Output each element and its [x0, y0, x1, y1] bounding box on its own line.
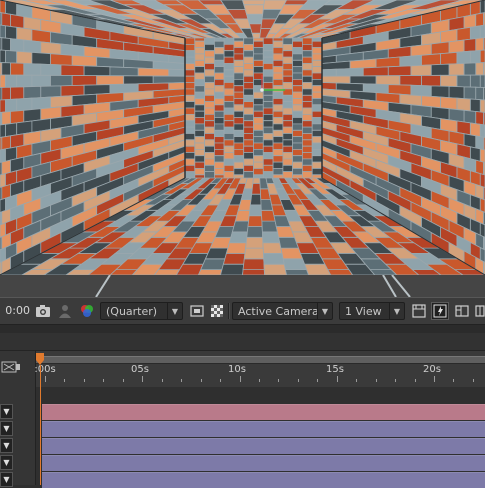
ruler-tick: [161, 379, 163, 382]
ruler-tick: [181, 379, 183, 382]
resolution-value: (Quarter): [106, 305, 158, 318]
transparency-grid-icon[interactable]: [208, 302, 226, 320]
timeline-layer-row[interactable]: ▼: [0, 421, 485, 437]
timeline-panel-icon[interactable]: [453, 302, 471, 320]
composition-viewer[interactable]: [0, 0, 485, 297]
rgb-channel-icon[interactable]: [78, 302, 96, 320]
ruler-label: 20s: [423, 364, 441, 375]
fast-previews-icon[interactable]: [431, 302, 449, 320]
viewer-bottom-strip: [0, 274, 485, 297]
panel-divider[interactable]: [0, 325, 485, 333]
toggle-pixel-aspect-icon[interactable]: [410, 302, 428, 320]
layer-duration-bar[interactable]: [42, 472, 485, 488]
ruler-tick: [395, 379, 397, 382]
ruler-tick: [297, 379, 299, 382]
ruler-label: 05s: [131, 364, 149, 375]
camera-icon[interactable]: [34, 302, 52, 320]
current-time-line[interactable]: [40, 365, 41, 485]
layer-duration-bar[interactable]: [42, 455, 485, 471]
ruler-tick: [278, 379, 280, 382]
ruler-tick: [336, 376, 338, 382]
timeline-layer-row[interactable]: ▼: [0, 404, 485, 420]
ruler-label: 15s: [326, 364, 344, 375]
layer-duration-bar[interactable]: [42, 438, 485, 454]
timeline-header: [0, 333, 485, 351]
ruler-tick: [414, 379, 416, 382]
ruler-tick: [220, 379, 222, 382]
ruler-tick: [356, 379, 358, 382]
chevron-down-icon: ▼: [389, 303, 404, 319]
ruler-tick: [258, 379, 260, 382]
resolution-dropdown[interactable]: (Quarter) ▼: [100, 302, 183, 320]
ruler-tick: [472, 379, 474, 382]
region-of-interest-icon[interactable]: [188, 302, 206, 320]
ruler-label: 10s: [228, 364, 246, 375]
chevron-down-icon[interactable]: ▼: [0, 421, 13, 436]
camera-view-value: Active Camera: [238, 305, 319, 318]
ruler-tick: [239, 376, 241, 382]
chevron-down-icon: ▼: [167, 303, 182, 319]
view-layout-dropdown[interactable]: 1 View ▼: [339, 302, 405, 320]
ruler-tick: [83, 379, 85, 382]
timeline-layer-row[interactable]: ▼: [0, 455, 485, 471]
timecode-display[interactable]: 0:00: [0, 302, 30, 320]
comp-mini-flowchart-icon[interactable]: [0, 358, 22, 376]
ruler-label: :00s: [34, 364, 56, 375]
timeline-layer-row[interactable]: ▼: [0, 472, 485, 488]
ruler-tick: [122, 379, 124, 382]
view-layout-value: 1 View: [345, 305, 382, 318]
ruler-tick: [434, 376, 435, 382]
timeline-layer-row[interactable]: ▼: [0, 438, 485, 454]
chevron-down-icon[interactable]: ▼: [0, 404, 13, 419]
ruler-tick: [64, 379, 66, 382]
time-ruler[interactable]: :00s 05s 10s 15s 20s: [34, 362, 485, 382]
person-icon[interactable]: [56, 302, 74, 320]
chevron-down-icon: ▼: [317, 303, 332, 319]
current-time-indicator[interactable]: [36, 353, 44, 365]
layer-duration-bar[interactable]: [42, 421, 485, 437]
chevron-down-icon[interactable]: ▼: [0, 438, 13, 453]
camera-view-dropdown[interactable]: Active Camera ▼: [232, 302, 333, 320]
ruler-tick: [142, 376, 144, 382]
chevron-down-icon[interactable]: ▼: [0, 455, 13, 470]
layer-duration-bar[interactable]: [42, 404, 485, 420]
brick-corridor-render: [0, 0, 485, 275]
ruler-tick: [200, 379, 202, 382]
ruler-tick: [453, 379, 455, 382]
flowchart-icon[interactable]: [474, 302, 485, 320]
ruler-tick: [45, 376, 46, 382]
ruler-tick: [317, 379, 319, 382]
ruler-tick: [375, 379, 377, 382]
viewer-toolbar: 0:00 (Quarter) ▼ Active Camera ▼ 1 View …: [0, 297, 485, 325]
ruler-tick: [103, 379, 105, 382]
